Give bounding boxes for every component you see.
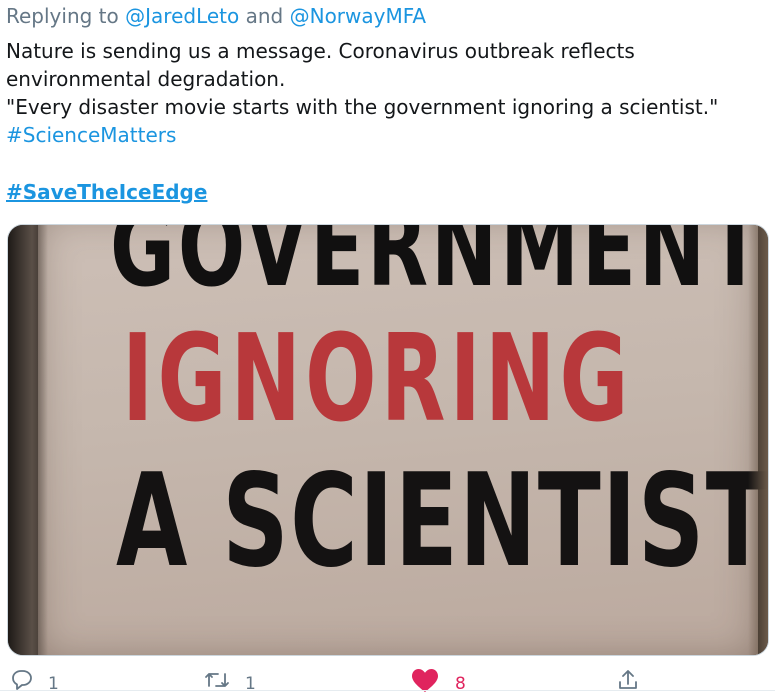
reply-icon [10, 668, 34, 692]
retweet-icon [203, 668, 231, 692]
mention-jaredleto[interactable]: @JaredLeto [125, 4, 239, 28]
photo-shadow-left [8, 225, 48, 655]
mention-norwaymfa[interactable]: @NorwayMFA [290, 4, 426, 28]
tweet-text: Nature is sending us a message. Coronavi… [6, 37, 766, 149]
sign-word-government: GOVERNMENT [110, 224, 765, 311]
tweet-photo[interactable]: GOVERNMENT IGNORING A SCIENTIST [7, 224, 769, 656]
tweet-text-line: Nature is sending us a message. Coronavi… [6, 39, 635, 63]
replying-to: Replying to @JaredLeto and @NorwayMFA [6, 4, 426, 28]
hashtag-sciencematters[interactable]: #ScienceMatters [6, 123, 176, 147]
divider [0, 690, 775, 691]
hashtag-savetheiceedge[interactable]: #SaveTheIceEdge [6, 180, 207, 204]
tweet-text-line: "Every disaster movie starts with the go… [6, 95, 719, 119]
tweet: Replying to @JaredLeto and @NorwayMFA Na… [0, 0, 775, 694]
protest-sign: GOVERNMENT IGNORING A SCIENTIST [38, 225, 768, 655]
tweet-text-line: environmental degradation. [6, 67, 286, 91]
replying-to-prefix: Replying to [6, 4, 119, 28]
like-count: 8 [455, 674, 466, 694]
replying-to-conjunction: and [245, 4, 284, 28]
retweet-count: 1 [245, 674, 256, 694]
sign-word-a-scientist: A SCIENTIST [116, 447, 769, 596]
photo-shadow-right [748, 225, 768, 655]
share-icon [616, 668, 640, 692]
reply-count: 1 [48, 674, 59, 694]
sign-word-ignoring: IGNORING [122, 310, 633, 449]
